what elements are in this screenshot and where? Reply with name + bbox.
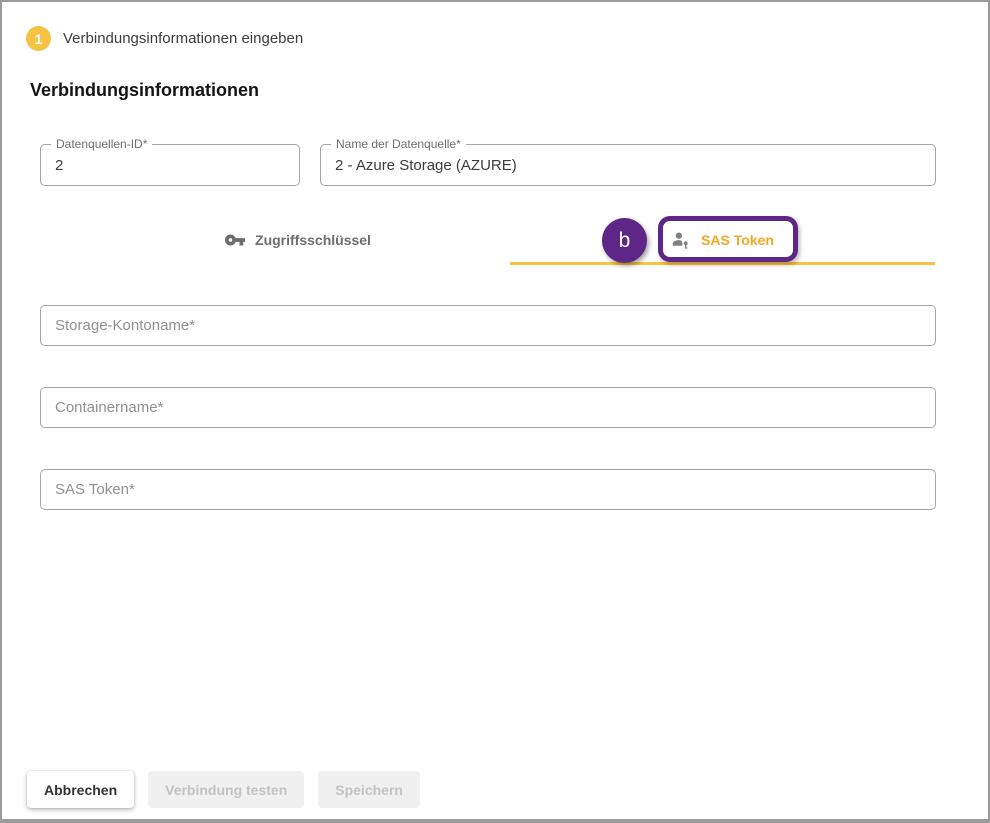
page-title: Verbindungsinformationen [30, 80, 259, 101]
cancel-button[interactable]: Abbrechen [27, 771, 134, 808]
tab-access-key-label: Zugriffsschlüssel [255, 232, 371, 248]
storage-account-input[interactable] [41, 306, 935, 345]
active-tab-indicator [510, 262, 935, 265]
container-name-input[interactable] [41, 388, 935, 427]
step-number-badge: 1 [26, 26, 51, 51]
person-key-icon [671, 230, 692, 251]
datasource-id-label: Datenquellen-ID* [51, 137, 152, 151]
test-connection-button: Verbindung testen [148, 771, 304, 808]
datasource-name-label: Name der Datenquelle* [331, 137, 466, 151]
annotation-marker-b: b [602, 218, 647, 263]
tab-sas-token[interactable]: SAS Token [510, 216, 935, 264]
step-label: Verbindungsinformationen eingeben [63, 30, 303, 47]
datasource-id-field: Datenquellen-ID* [40, 144, 300, 186]
key-icon [224, 229, 246, 251]
connection-dialog: 1 Verbindungsinformationen eingeben Verb… [0, 0, 990, 823]
sas-token-field [40, 469, 936, 510]
save-button: Speichern [318, 771, 420, 808]
sas-token-input[interactable] [41, 470, 935, 509]
dialog-footer: Abbrechen Verbindung testen Speichern [27, 771, 420, 808]
auth-method-tabs: Zugriffsschlüssel SAS Token [85, 216, 935, 264]
tab-sas-token-label: SAS Token [701, 232, 774, 248]
container-name-field [40, 387, 936, 428]
storage-account-field [40, 305, 936, 346]
datasource-name-input[interactable] [321, 145, 935, 185]
datasource-name-field: Name der Datenquelle* [320, 144, 936, 186]
tab-access-key[interactable]: Zugriffsschlüssel [85, 216, 510, 264]
datasource-id-input[interactable] [41, 145, 299, 185]
stepper-step-1: 1 Verbindungsinformationen eingeben [26, 26, 303, 51]
